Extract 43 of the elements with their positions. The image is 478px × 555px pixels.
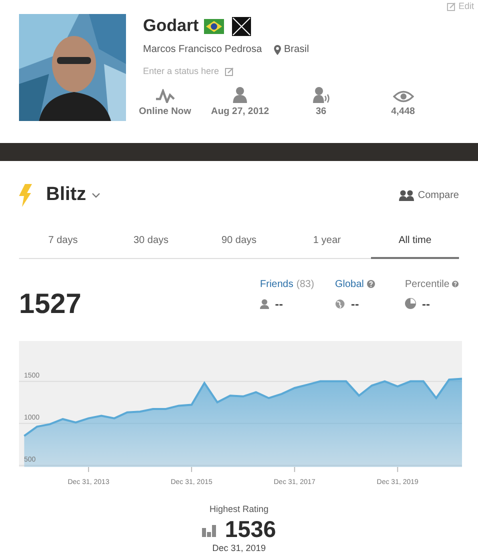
people-icon [398,190,415,201]
location: Brasil [284,43,309,57]
rank-value: -- [422,296,430,312]
friend-count: (83) [296,278,314,292]
rank-label: Percentile [405,278,450,292]
stat-value: Aug 27, 2012 [210,104,270,118]
full-name: Marcos Francisco Pedrosa [143,43,262,57]
period-tab[interactable]: 30 days [107,230,195,258]
period-tab[interactable]: 7 days [19,230,107,258]
username: Godart [143,15,199,37]
edit-icon [225,67,234,76]
highest-rating-label: Highest Rating [209,502,269,516]
period-tab[interactable]: 1 year [283,230,371,258]
bar-chart-icon [202,525,217,537]
eye-icon [392,90,414,102]
help-icon [452,280,459,288]
rank-link[interactable]: Global [335,276,364,292]
globe-icon [335,298,345,308]
stat-value: Online Now [138,104,192,118]
person-signal-icon [312,86,330,102]
location-pin-icon [274,44,281,54]
stat-value: 36 [316,104,326,118]
person-icon [233,86,247,102]
rank-value: -- [351,296,359,312]
compare-button[interactable]: Compare [398,188,459,203]
current-rating: 1527 [19,288,82,320]
lightning-icon [19,184,32,207]
highest-rating: 1536 [224,516,276,542]
help-icon [366,280,375,288]
pie-icon [405,298,416,309]
edit-icon [447,2,456,12]
pulse-icon [155,88,175,102]
period-tab[interactable]: All time [371,230,459,258]
crossed-box-icon [232,16,251,36]
rank-link[interactable]: Friends [260,276,294,292]
highest-rating-date: Dec 31, 2019 [212,542,266,555]
person-icon [260,298,269,308]
flag-icon [204,18,224,34]
stat-value: 4,448 [391,104,415,118]
game-type-dropdown[interactable]: Blitz [46,181,100,210]
rank-value: -- [275,296,283,312]
caret-icon [92,192,100,198]
period-tab[interactable]: 90 days [195,230,283,258]
